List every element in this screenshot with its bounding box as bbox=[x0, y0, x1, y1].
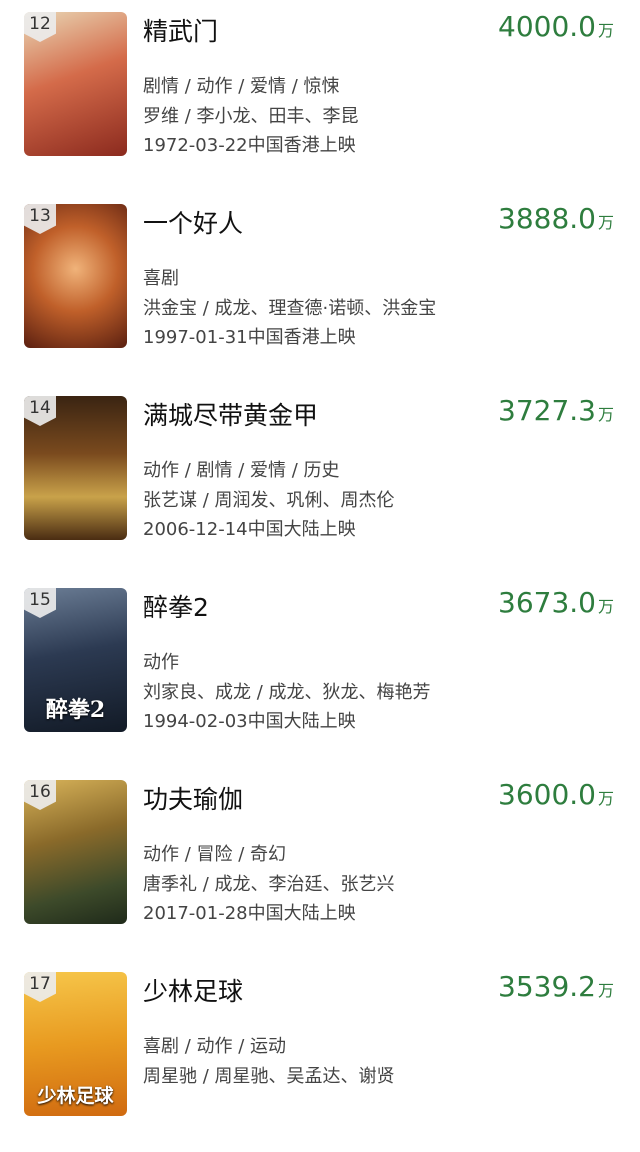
movie-cast: 周星驰 / 周星驰、吴孟达、谢贤 bbox=[143, 1066, 395, 1087]
movie-genre: 喜剧 / 动作 / 运动 bbox=[143, 1036, 287, 1057]
movie-genre: 喜剧 bbox=[143, 268, 179, 289]
movie-genre: 剧情 / 动作 / 爱情 / 惊悚 bbox=[143, 76, 340, 97]
movie-release: 2006-12-14中国大陆上映 bbox=[143, 519, 356, 540]
movie-cast: 洪金宝 / 成龙、理查德·诺顿、洪金宝 bbox=[143, 298, 437, 319]
box-office-value: 3539.2 bbox=[498, 970, 596, 1003]
movie-title[interactable]: 功夫瑜伽 bbox=[143, 780, 243, 816]
box-office: 3600.0 万 bbox=[498, 778, 614, 811]
movie-item[interactable]: 17 少林足球 少林足球 3539.2 万 喜剧 / 动作 / 运动 周星驰 / … bbox=[0, 960, 640, 1152]
movie-item[interactable]: 15 醉拳2 醉拳2 3673.0 万 动作 刘家良、成龙 / 成龙、狄龙、梅艳芳… bbox=[0, 576, 640, 768]
box-office-value: 3727.3 bbox=[498, 394, 596, 427]
movie-release: 1972-03-22中国香港上映 bbox=[143, 135, 356, 156]
box-office-unit: 万 bbox=[597, 213, 614, 232]
box-office-unit: 万 bbox=[597, 789, 614, 808]
box-office: 4000.0 万 bbox=[498, 10, 614, 43]
movie-cast: 张艺谋 / 周润发、巩俐、周杰伦 bbox=[143, 490, 395, 511]
movie-item[interactable]: 16 功夫瑜伽 3600.0 万 动作 / 冒险 / 奇幻 唐季礼 / 成龙、李治… bbox=[0, 768, 640, 960]
box-office-unit: 万 bbox=[597, 405, 614, 424]
movie-poster[interactable]: 14 bbox=[24, 396, 127, 540]
box-office-value: 4000.0 bbox=[498, 10, 596, 43]
movie-release: 1997-01-31中国香港上映 bbox=[143, 327, 356, 348]
movie-poster[interactable]: 12 bbox=[24, 12, 127, 156]
poster-caption: 醉拳2 bbox=[45, 697, 106, 723]
box-office-value: 3888.0 bbox=[498, 202, 596, 235]
box-office: 3727.3 万 bbox=[498, 394, 614, 427]
box-office-unit: 万 bbox=[597, 597, 614, 616]
movie-item[interactable]: 14 满城尽带黄金甲 3727.3 万 动作 / 剧情 / 爱情 / 历史 张艺谋… bbox=[0, 384, 640, 576]
movie-cast: 刘家良、成龙 / 成龙、狄龙、梅艳芳 bbox=[143, 682, 431, 703]
movie-genre: 动作 bbox=[143, 652, 179, 673]
box-office-value: 3600.0 bbox=[498, 778, 596, 811]
movie-title[interactable]: 少林足球 bbox=[143, 972, 243, 1008]
box-office: 3888.0 万 bbox=[498, 202, 614, 235]
movie-poster[interactable]: 13 bbox=[24, 204, 127, 348]
movie-genre: 动作 / 剧情 / 爱情 / 历史 bbox=[143, 460, 340, 481]
movie-release: 2017-01-28中国大陆上映 bbox=[143, 903, 356, 924]
movie-item[interactable]: 13 一个好人 3888.0 万 喜剧 洪金宝 / 成龙、理查德·诺顿、洪金宝 1… bbox=[0, 192, 640, 384]
movie-title[interactable]: 满城尽带黄金甲 bbox=[143, 396, 318, 432]
movie-genre: 动作 / 冒险 / 奇幻 bbox=[143, 844, 287, 865]
movie-poster[interactable]: 15 醉拳2 bbox=[24, 588, 127, 732]
box-office-unit: 万 bbox=[597, 981, 614, 1000]
movie-poster[interactable]: 16 bbox=[24, 780, 127, 924]
movie-poster[interactable]: 17 少林足球 bbox=[24, 972, 127, 1116]
movie-ranking-list: 12 精武门 4000.0 万 剧情 / 动作 / 爱情 / 惊悚 罗维 / 李小… bbox=[0, 0, 640, 1116]
movie-cast: 唐季礼 / 成龙、李治廷、张艺兴 bbox=[143, 874, 395, 895]
movie-release: 1994-02-03中国大陆上映 bbox=[143, 711, 356, 732]
box-office-value: 3673.0 bbox=[498, 586, 596, 619]
poster-caption: 少林足球 bbox=[37, 1085, 114, 1107]
box-office-unit: 万 bbox=[597, 21, 614, 40]
movie-cast: 罗维 / 李小龙、田丰、李昆 bbox=[143, 106, 359, 127]
movie-title[interactable]: 一个好人 bbox=[143, 204, 243, 240]
movie-item[interactable]: 12 精武门 4000.0 万 剧情 / 动作 / 爱情 / 惊悚 罗维 / 李小… bbox=[0, 0, 640, 192]
box-office: 3673.0 万 bbox=[498, 586, 614, 619]
movie-title[interactable]: 精武门 bbox=[143, 12, 218, 48]
movie-title[interactable]: 醉拳2 bbox=[143, 588, 209, 624]
box-office: 3539.2 万 bbox=[498, 970, 614, 1003]
